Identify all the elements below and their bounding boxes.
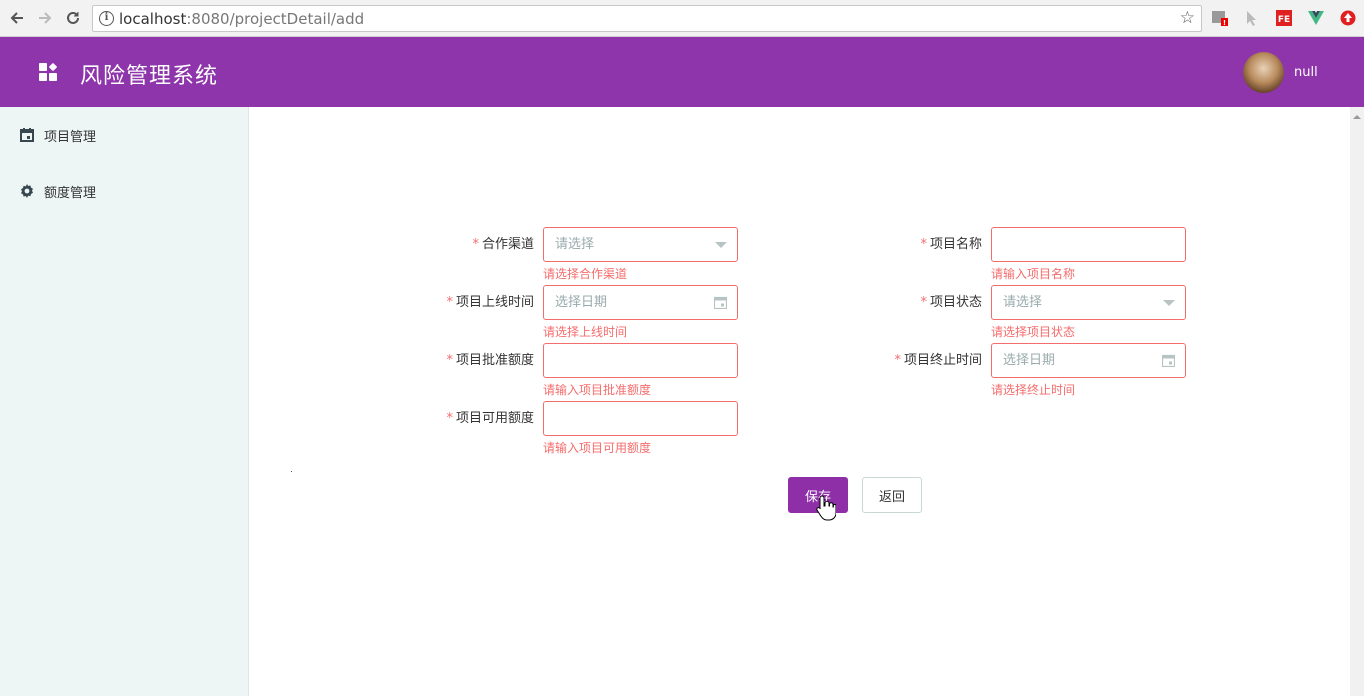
end-time-label-wrap: * 项目终止时间 xyxy=(850,343,982,378)
avatar[interactable] xyxy=(1243,52,1284,93)
address-bar[interactable]: i localhost:8080/projectDetail/add ☆ xyxy=(92,5,1202,32)
sidebar: 项目管理 额度管理 xyxy=(0,107,249,696)
online-time-label: * 项目上线时间 xyxy=(446,295,534,310)
available-amount-label: * 项目可用额度 xyxy=(446,411,534,426)
vue-icon[interactable] xyxy=(1307,9,1325,27)
end-time-datepicker[interactable]: 选择日期 xyxy=(991,343,1186,378)
sidebar-item-label: 额度管理 xyxy=(44,185,97,201)
approved-amount-error: 请输入项目批准额度 xyxy=(543,383,652,397)
fe-icon[interactable]: FE xyxy=(1275,9,1293,27)
puzzle-icon[interactable]: ! xyxy=(1211,9,1229,27)
bookmark-star-icon[interactable]: ☆ xyxy=(1180,8,1195,28)
channel-label: * 合作渠道 xyxy=(472,237,534,252)
approved-amount-label-wrap: * 项目批准额度 xyxy=(400,343,534,378)
channel-select[interactable]: 请选择 xyxy=(543,227,738,262)
back-arrow-icon[interactable] xyxy=(6,7,28,29)
app-header: 风险管理系统 null xyxy=(0,37,1364,107)
scroll-up-icon[interactable] xyxy=(1353,111,1361,121)
dashboard-icon xyxy=(39,63,59,81)
available-amount-label-wrap: * 项目可用额度 xyxy=(400,401,534,436)
chevron-down-icon xyxy=(1163,300,1175,306)
hand-pointer-icon xyxy=(816,494,837,522)
available-amount-input[interactable] xyxy=(543,401,738,436)
scrollbar[interactable] xyxy=(1350,107,1364,696)
reload-icon[interactable] xyxy=(62,7,84,29)
svg-text:!: ! xyxy=(1223,19,1226,27)
status-error: 请选择项目状态 xyxy=(991,325,1076,339)
channel-placeholder: 请选择 xyxy=(555,237,595,252)
sidebar-item-project[interactable]: 项目管理 xyxy=(0,107,249,163)
cursor-icon[interactable] xyxy=(1243,9,1261,27)
channel-label-wrap: * 合作渠道 xyxy=(400,227,534,262)
online-time-error: 请选择上线时间 xyxy=(543,325,628,339)
info-icon[interactable]: i xyxy=(99,11,114,26)
forward-arrow-icon[interactable] xyxy=(34,7,56,29)
online-time-placeholder: 选择日期 xyxy=(555,295,608,310)
back-button[interactable]: 返回 xyxy=(862,477,922,513)
end-time-placeholder: 选择日期 xyxy=(1003,353,1056,368)
app-title: 风险管理系统 xyxy=(80,64,219,89)
end-time-label: * 项目终止时间 xyxy=(894,353,982,368)
approved-amount-input[interactable] xyxy=(543,343,738,378)
calendar-icon xyxy=(20,128,34,142)
status-label: * 项目状态 xyxy=(920,295,982,310)
approved-amount-label: * 项目批准额度 xyxy=(446,353,534,368)
calendar-icon xyxy=(713,296,728,310)
project-name-label-wrap: * 项目名称 xyxy=(850,227,982,262)
online-time-datepicker[interactable]: 选择日期 xyxy=(543,285,738,320)
available-amount-error: 请输入项目可用额度 xyxy=(543,441,652,455)
calendar-icon xyxy=(1161,354,1176,368)
channel-error: 请选择合作渠道 xyxy=(543,267,628,281)
sidebar-item-quota[interactable]: 额度管理 xyxy=(0,163,249,219)
sidebar-item-label: 项目管理 xyxy=(44,129,97,145)
status-select[interactable]: 请选择 xyxy=(991,285,1186,320)
url-text: localhost:8080/projectDetail/add xyxy=(119,10,365,28)
chevron-down-icon xyxy=(715,242,727,248)
project-name-label: * 项目名称 xyxy=(920,237,982,252)
status-placeholder: 请选择 xyxy=(1003,295,1043,310)
end-time-error: 请选择终止时间 xyxy=(991,383,1076,397)
online-time-label-wrap: * 项目上线时间 xyxy=(400,285,534,320)
gear-icon xyxy=(20,184,34,198)
stray-dot xyxy=(291,471,292,472)
username[interactable]: null xyxy=(1294,65,1318,80)
project-name-input[interactable] xyxy=(991,227,1186,262)
svg-text:FE: FE xyxy=(1278,15,1290,25)
status-label-wrap: * 项目状态 xyxy=(850,285,982,320)
project-name-error: 请输入项目名称 xyxy=(991,267,1076,281)
browser-toolbar: i localhost:8080/projectDetail/add ☆ ! F… xyxy=(0,0,1364,37)
upload-icon[interactable] xyxy=(1339,9,1357,27)
